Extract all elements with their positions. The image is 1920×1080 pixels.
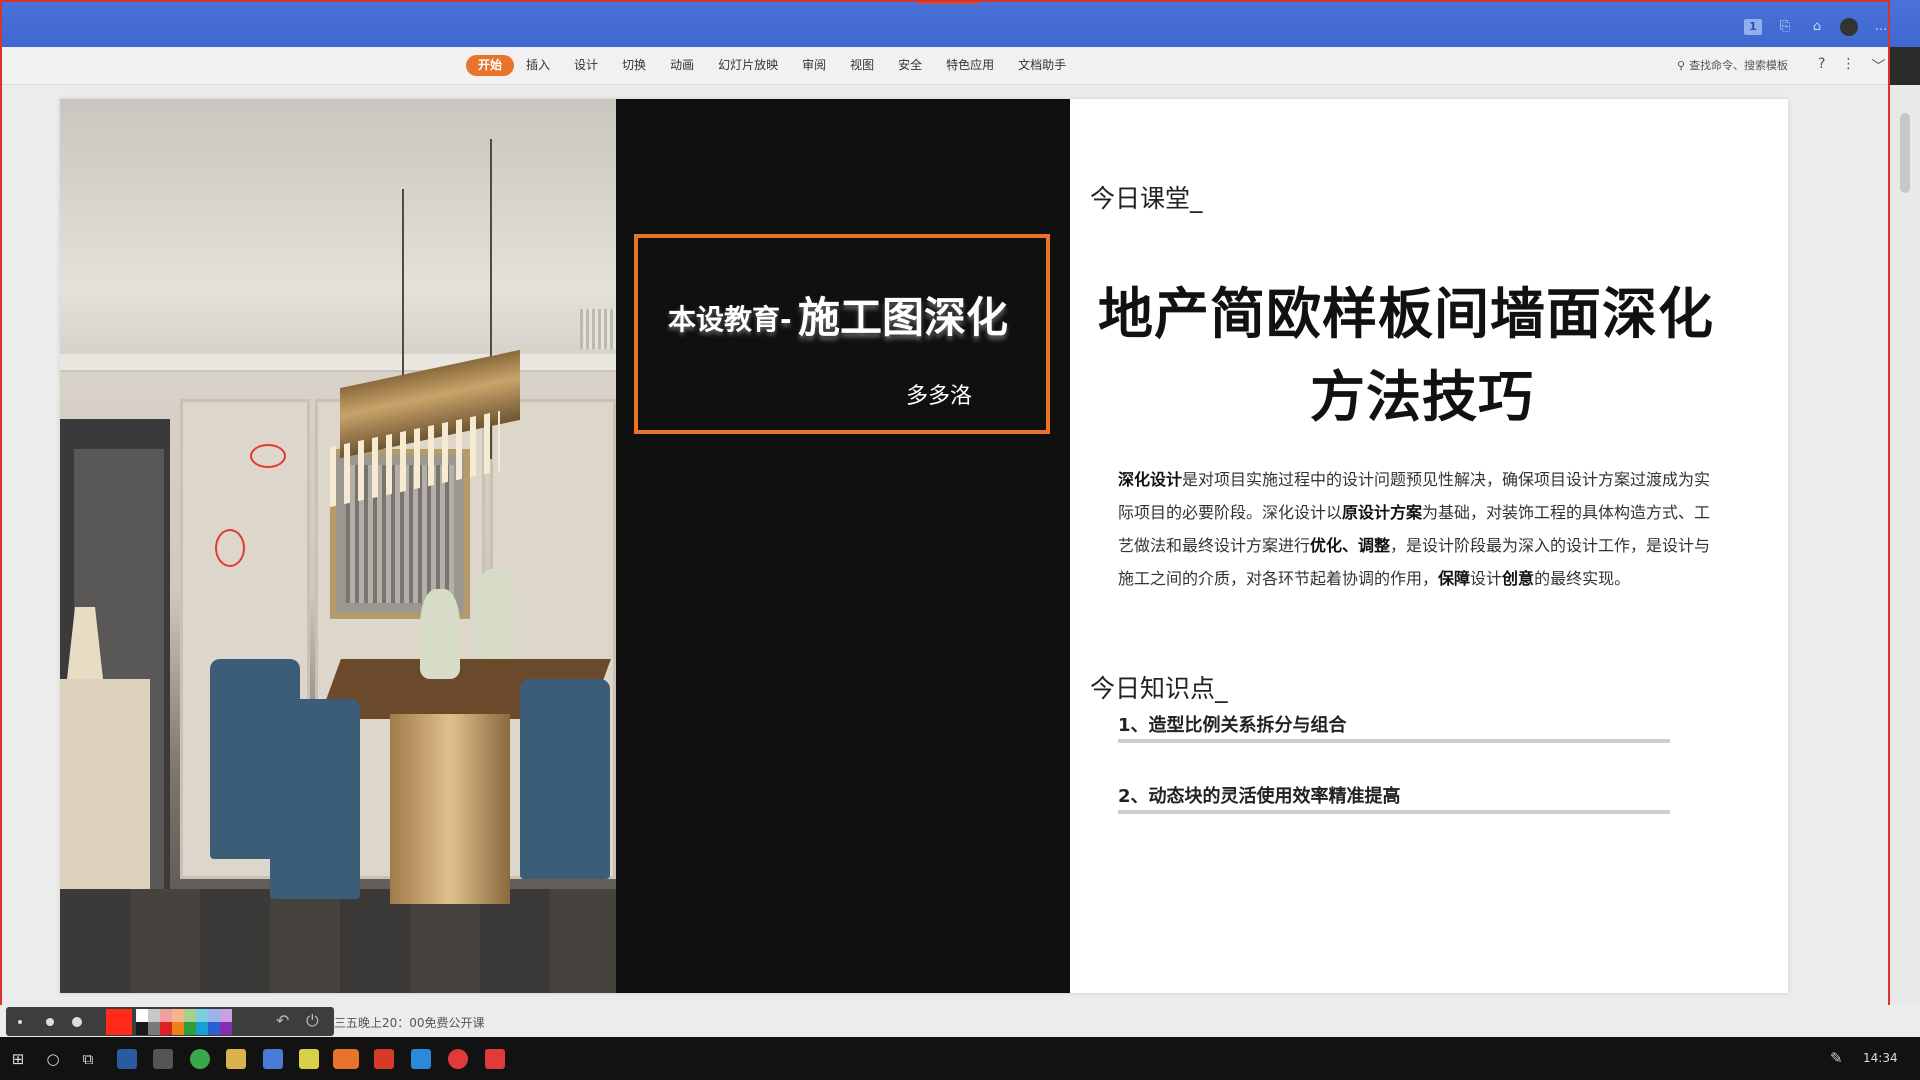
color-swatch[interactable]: [220, 1022, 232, 1035]
undo-icon[interactable]: ↶: [276, 1011, 289, 1030]
color-swatch[interactable]: [148, 1009, 160, 1022]
color-swatch[interactable]: [148, 1022, 160, 1035]
start-icon[interactable]: ⊞: [8, 1049, 28, 1069]
media-icon[interactable]: [448, 1049, 468, 1069]
dining-chair: [520, 679, 610, 879]
pen-size-small[interactable]: [18, 1020, 22, 1024]
pen-annotation: [250, 444, 286, 468]
intro-paragraph: 深化设计是对项目实施过程中的设计问题预见性解决，确保项目设计方案过渡成为实际项目…: [1118, 470, 1711, 588]
desktop-icon[interactable]: [117, 1049, 137, 1069]
color-swatch[interactable]: [208, 1022, 220, 1035]
desktop-screen: 1 ⎘ ⌂ … 开始 插入 设计 切换 动画 幻灯片放映 审阅 视图 安全 特色…: [0, 0, 1920, 1080]
color-swatch[interactable]: [208, 1009, 220, 1022]
clock: 14:34: [1863, 1051, 1898, 1065]
color-swatch[interactable]: [160, 1009, 172, 1022]
section-heading-knowledge-points: 今日知识点_: [1090, 674, 1228, 703]
pen-toolbar: ↶ ⏻: [6, 1007, 334, 1036]
color-swatch[interactable]: [184, 1009, 196, 1022]
slide-title-line2: 方法技巧: [1310, 365, 1535, 429]
dining-chair: [270, 699, 360, 899]
app-icon[interactable]: [411, 1049, 431, 1069]
notes-icon[interactable]: [299, 1049, 319, 1069]
divider: [1118, 810, 1670, 814]
pen-tray-icon[interactable]: ✎: [1830, 1049, 1843, 1067]
store-icon[interactable]: [153, 1049, 173, 1069]
power-icon[interactable]: ⏻: [306, 1011, 319, 1031]
scrollbar-thumb[interactable]: [1900, 113, 1910, 193]
vertical-scrollbar[interactable]: [1890, 85, 1920, 1005]
browser-icon[interactable]: [190, 1049, 210, 1069]
folder-icon[interactable]: [226, 1049, 246, 1069]
pen-size-large[interactable]: [72, 1017, 82, 1027]
pen-annotation: [215, 529, 245, 567]
search-icon[interactable]: ○: [43, 1049, 63, 1069]
presentation-app-icon[interactable]: [333, 1049, 359, 1069]
section-heading-today-class: 今日课堂_: [1090, 184, 1203, 213]
knowledge-point-2: 2、动态块的灵活使用效率精准提高: [1118, 786, 1401, 807]
taskbar: ⊞ ○ ⧉ ✎ 14:34: [0, 1037, 1920, 1080]
status-text: 三五晚上20：00免费公开课: [334, 1016, 485, 1030]
color-swatch[interactable]: [220, 1009, 232, 1022]
brand-title: 施工图深化: [798, 293, 1009, 342]
color-swatch[interactable]: [196, 1022, 208, 1035]
color-swatch[interactable]: [196, 1009, 208, 1022]
current-pen-color[interactable]: [106, 1009, 132, 1035]
brand-panel: 本设教育- 施工图深化 多多洛: [616, 99, 1070, 993]
status-bar: ↶ ⏻ 三五晚上20：00免费公开课: [0, 1005, 1920, 1037]
content-panel: 今日课堂_ 地产简欧样板间墙面深化 方法技巧 深化设计是对项目实施过程中的设计问…: [1070, 99, 1788, 993]
brand-box: 本设教育- 施工图深化 多多洛: [634, 234, 1050, 434]
color-swatch[interactable]: [136, 1022, 148, 1035]
recorder-icon[interactable]: [485, 1049, 505, 1069]
current-slide[interactable]: 本设教育- 施工图深化 多多洛 今日课堂_ 地产简欧样板间墙面深化 方法技巧 深…: [60, 99, 1788, 993]
divider: [1118, 739, 1670, 743]
color-swatch[interactable]: [172, 1009, 184, 1022]
brand-prefix: 本设教育-: [668, 303, 792, 336]
pen-size-medium[interactable]: [46, 1018, 54, 1026]
color-swatch[interactable]: [136, 1009, 148, 1022]
color-palette: [136, 1009, 232, 1035]
color-swatch[interactable]: [172, 1022, 184, 1035]
pdf-icon[interactable]: [374, 1049, 394, 1069]
interior-photo: [60, 99, 616, 993]
slide-title-line1: 地产简欧样板间墙面深化: [1098, 282, 1715, 346]
author-name: 多多洛: [906, 384, 973, 409]
color-swatch[interactable]: [160, 1022, 172, 1035]
knowledge-point-1: 1、造型比例关系拆分与组合: [1118, 715, 1347, 736]
chat-icon[interactable]: [263, 1049, 283, 1069]
task-view-icon[interactable]: ⧉: [78, 1049, 98, 1069]
color-swatch[interactable]: [184, 1022, 196, 1035]
